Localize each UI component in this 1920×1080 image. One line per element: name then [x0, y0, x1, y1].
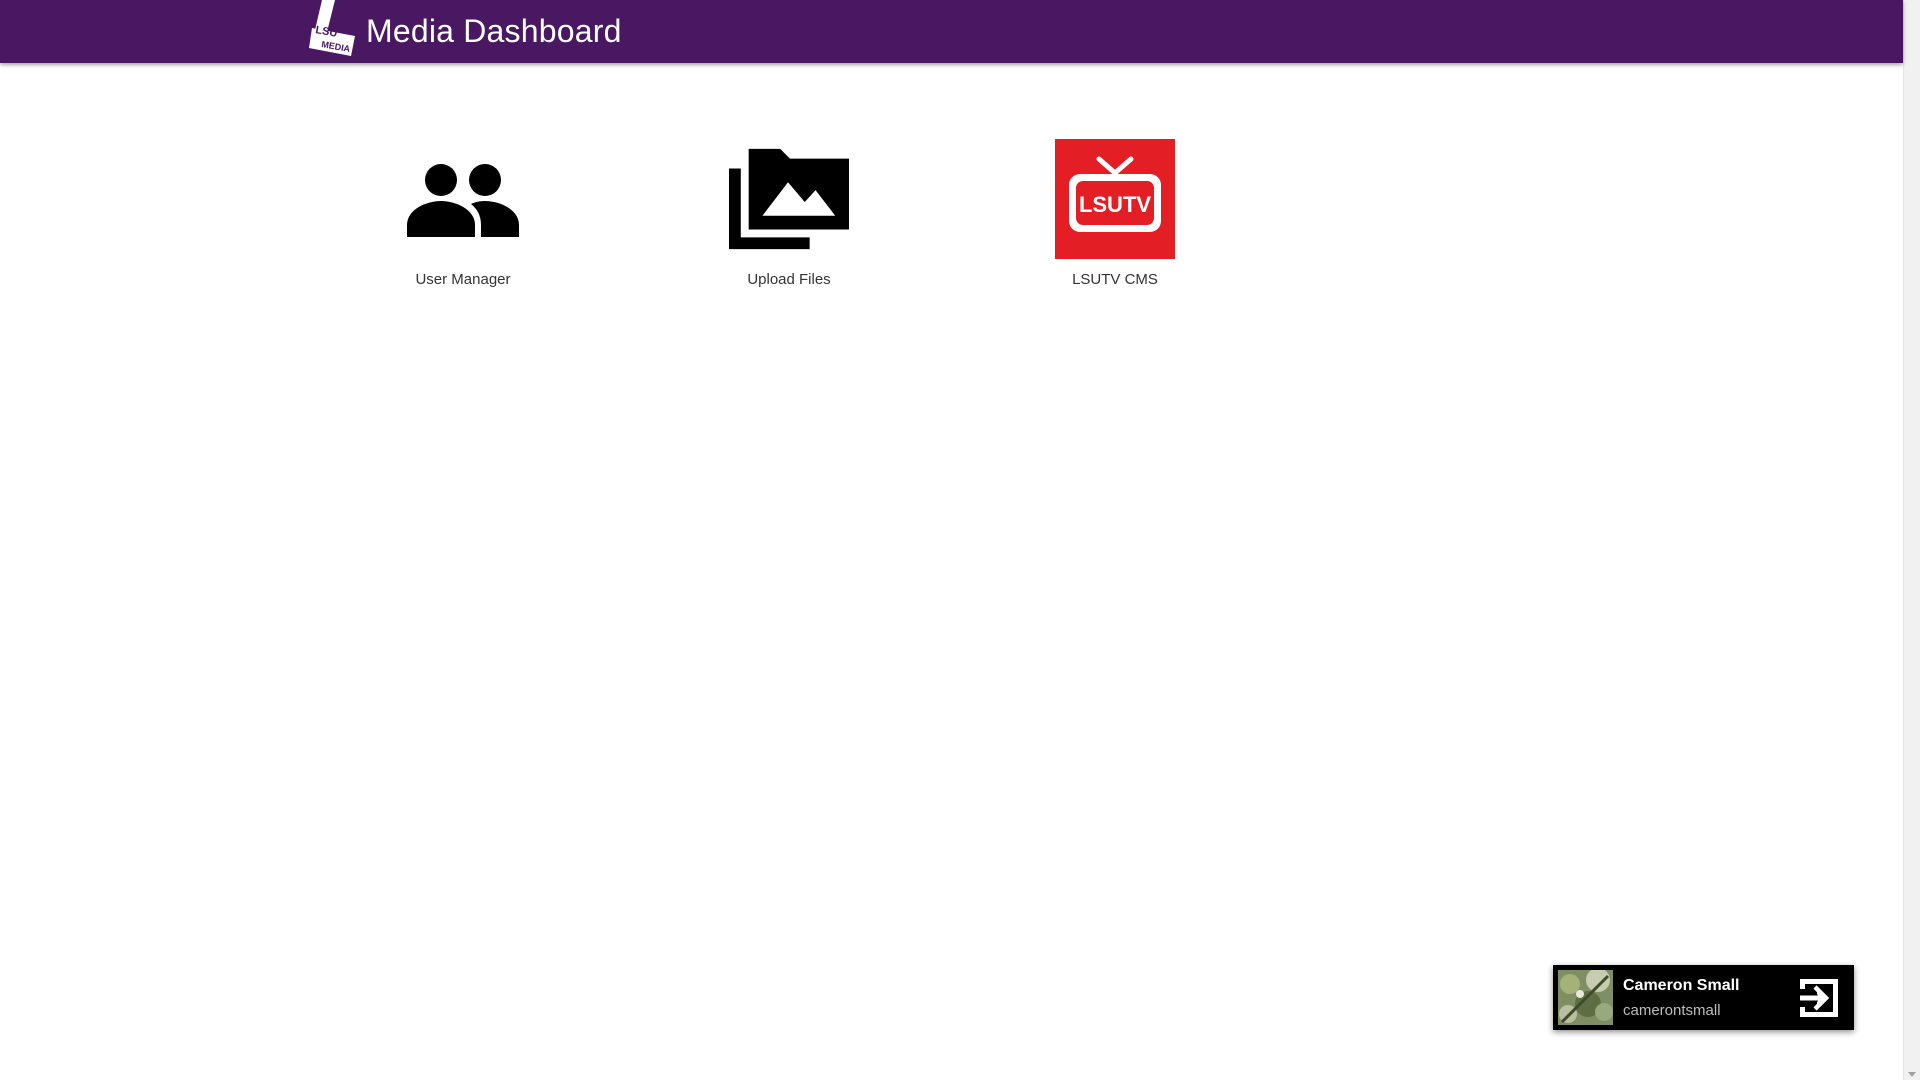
tile-lsutv-cms[interactable]: LSUTV LSUTV CMS: [1045, 139, 1185, 288]
tile-label: LSUTV CMS: [1072, 271, 1158, 288]
user-name: Cameron Small: [1623, 977, 1740, 994]
people-icon: [403, 139, 523, 259]
app-bar: LSU MEDIA Media Dashboard: [0, 0, 1903, 63]
user-username: camerontsmall: [1623, 1002, 1721, 1019]
avatar[interactable]: [1558, 970, 1613, 1025]
tile-user-manager[interactable]: User Manager: [393, 139, 533, 288]
logout-button[interactable]: [1796, 975, 1842, 1021]
lsutv-logo: LSUTV: [1055, 139, 1175, 259]
page-title: Media Dashboard: [366, 13, 622, 49]
photo-library-icon: [729, 139, 849, 259]
page: LSU MEDIA Media Dashboard User Manager U…: [0, 0, 1920, 1080]
scroll-down-arrow-icon[interactable]: [1908, 1072, 1916, 1077]
tile-label: User Manager: [415, 271, 511, 288]
tile-upload-files[interactable]: Upload Files: [719, 139, 859, 288]
lsu-media-logo[interactable]: LSU MEDIA: [309, 0, 357, 56]
logout-icon: [1800, 979, 1838, 1017]
vertical-scrollbar[interactable]: [1903, 0, 1920, 1080]
lsutv-logo-text: LSUTV: [1079, 192, 1151, 217]
user-card: Cameron Small camerontsmall: [1553, 965, 1854, 1030]
tile-label: Upload Files: [747, 271, 831, 288]
